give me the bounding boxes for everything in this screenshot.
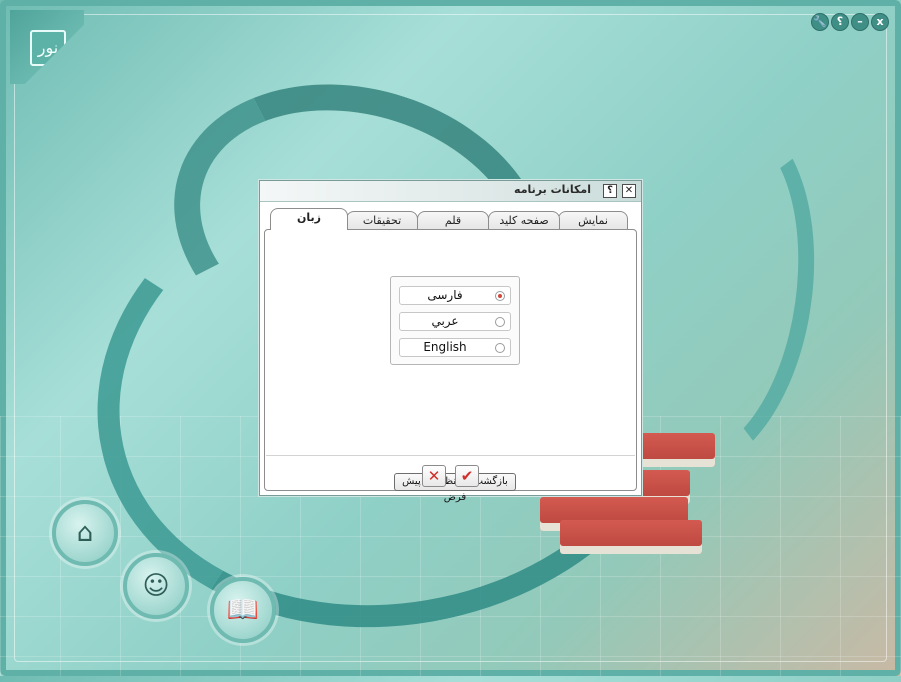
ok-button[interactable]: ✔ <box>455 465 479 487</box>
tab-panel-language: فارسی عربي English بازگشت به تنظیمات پیش… <box>264 229 637 503</box>
book-icon-button[interactable]: 📖 <box>210 577 276 643</box>
book-decoration <box>560 520 702 554</box>
dialog-close-icon[interactable]: ✕ <box>622 184 636 198</box>
tab-research[interactable]: تحقیقات <box>346 211 418 229</box>
language-label: English <box>423 340 467 354</box>
language-label: فارسی <box>427 288 463 302</box>
tab-keyboard[interactable]: صفحه کلید <box>488 211 560 229</box>
settings-icon[interactable]: 🔧 <box>811 13 829 31</box>
options-dialog: امکانات برنامه ؟ ✕ نمایش صفحه کلید قلم ت… <box>259 180 642 503</box>
dialog-title: امکانات برنامه <box>514 183 591 196</box>
cancel-button[interactable]: ✕ <box>422 465 446 487</box>
tab-font[interactable]: قلم <box>417 211 489 229</box>
portrait-icon-button[interactable]: ☺ <box>123 553 189 619</box>
book-decoration <box>630 433 715 467</box>
language-option-farsi[interactable]: فارسی <box>399 286 511 305</box>
minimize-icon[interactable]: – <box>851 13 869 31</box>
dialog-help-icon[interactable]: ؟ <box>603 184 617 198</box>
help-icon[interactable]: ؟ <box>831 13 849 31</box>
language-label: عربي <box>431 314 459 328</box>
dialog-divider <box>266 455 635 456</box>
radio-selected-icon[interactable] <box>495 291 505 301</box>
tab-language[interactable]: زبان <box>270 208 348 230</box>
language-option-arabic[interactable]: عربي <box>399 312 511 331</box>
tab-display[interactable]: نمایش <box>558 211 628 229</box>
language-option-english[interactable]: English <box>399 338 511 357</box>
tab-strip: نمایش صفحه کلید قلم تحقیقات زبان <box>260 206 641 230</box>
close-icon[interactable]: x <box>871 13 889 31</box>
dialog-titlebar: امکانات برنامه ؟ ✕ <box>260 181 641 202</box>
mosque-icon-button[interactable]: ⌂ <box>52 500 118 566</box>
language-radio-group: فارسی عربي English <box>390 276 520 365</box>
radio-icon[interactable] <box>495 317 505 327</box>
radio-icon[interactable] <box>495 343 505 353</box>
